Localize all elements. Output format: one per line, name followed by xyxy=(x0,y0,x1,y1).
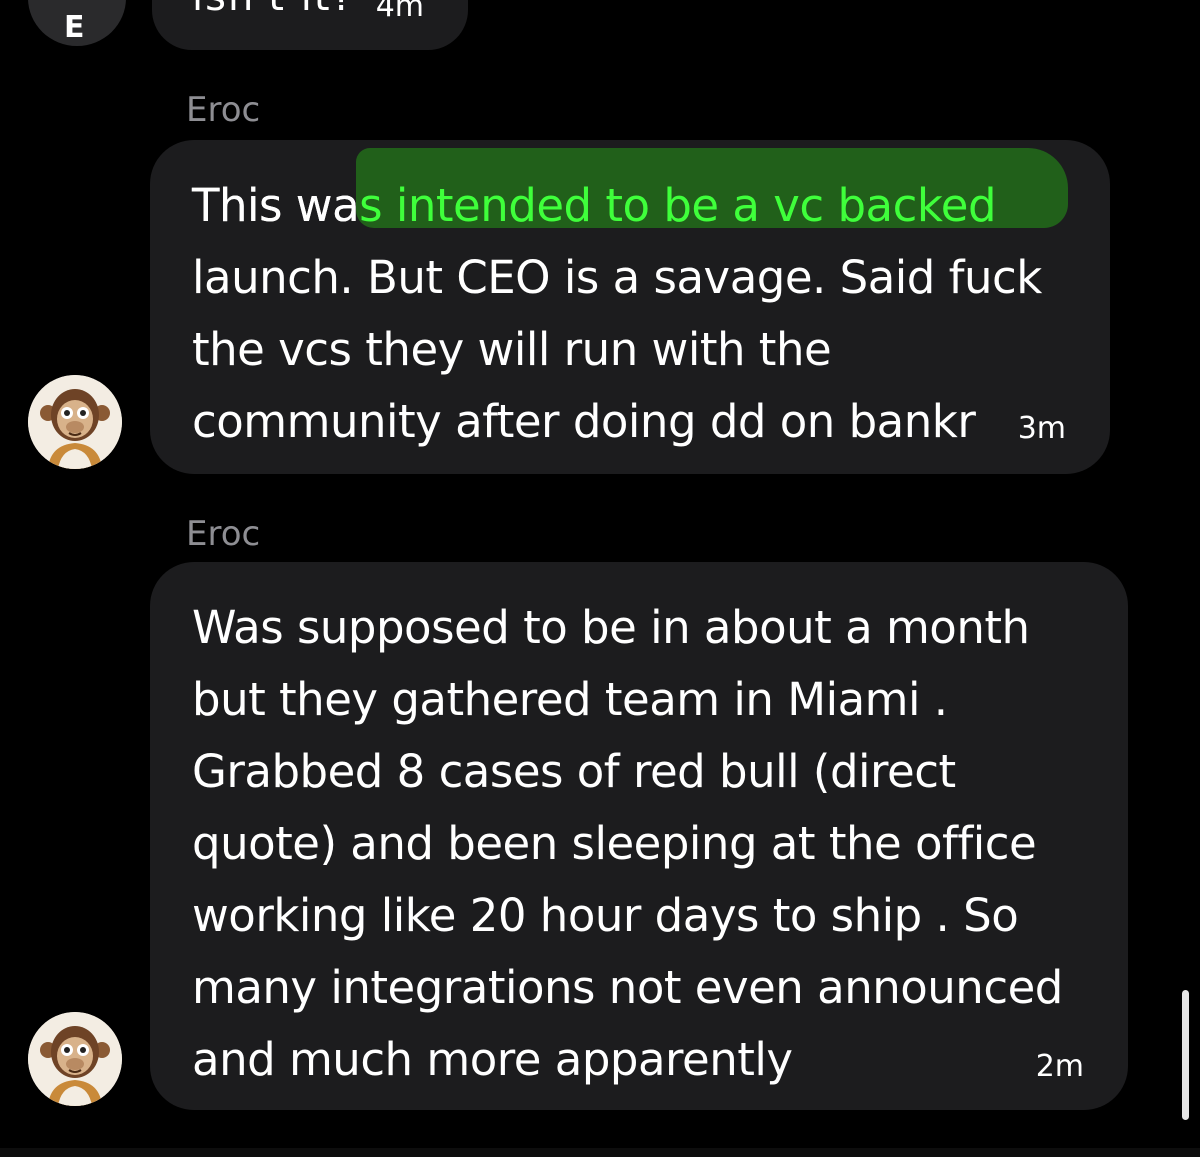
monkey-avatar-icon xyxy=(28,375,122,469)
previous-message-bubble[interactable]: isn't it? 4m xyxy=(152,0,468,50)
previous-sender-avatar[interactable]: E xyxy=(28,0,126,46)
overlay-highlight-text: s intended to be a vc backed xyxy=(359,179,997,232)
avatar-letter: E xyxy=(64,10,85,45)
message-sender-name: Eroc xyxy=(186,90,261,130)
chat-screen: E isn't it? 4m Eroc This was intended to… xyxy=(0,0,1200,1157)
bottom-divider xyxy=(0,1148,1200,1157)
message-bubble[interactable]: Was supposed to be in about a month but … xyxy=(150,562,1128,1110)
previous-message-time: 4m xyxy=(375,0,424,24)
monkey-avatar-icon xyxy=(28,1012,122,1106)
scrollbar[interactable] xyxy=(1182,990,1189,1120)
message-text-rest: launch. But CEO is a savage. Said fuck t… xyxy=(192,251,1042,448)
message-time: 3m xyxy=(1017,411,1066,446)
message-sender-name: Eroc xyxy=(186,514,261,554)
sender-avatar[interactable] xyxy=(28,1012,122,1106)
highlighted-line-overlay: This was intended to be a vc backed xyxy=(192,170,997,242)
sender-avatar[interactable] xyxy=(28,375,122,469)
message-time: 2m xyxy=(1035,1049,1084,1084)
previous-message-partial-text: isn't it? xyxy=(192,0,355,20)
overlay-text-start: This wa xyxy=(192,179,360,232)
message-text: Was supposed to be in about a month but … xyxy=(192,601,1063,1086)
